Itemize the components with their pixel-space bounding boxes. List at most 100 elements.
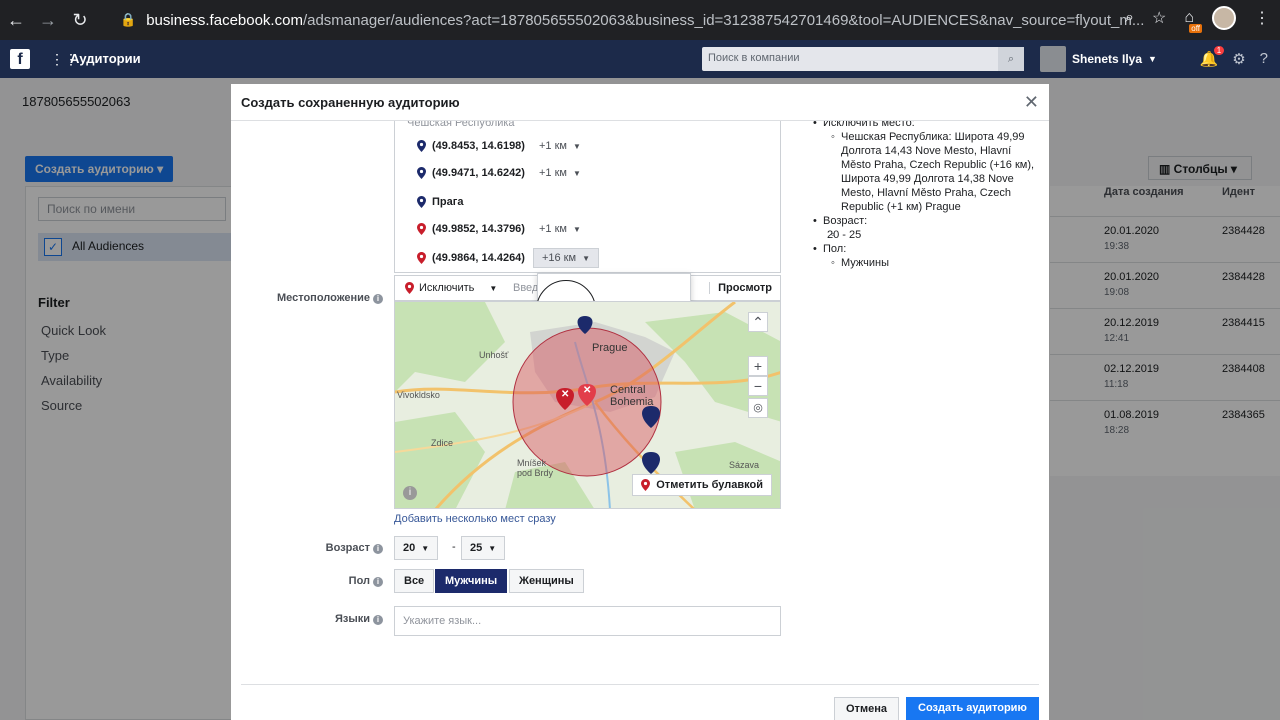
- age-min-value: 20: [403, 542, 416, 554]
- map-info-icon[interactable]: i: [403, 486, 417, 500]
- address-bar[interactable]: 🔒 business.facebook.com/adsmanager/audie…: [110, 6, 1160, 34]
- map-pin-icon: [417, 196, 426, 208]
- zoom-in-button[interactable]: +: [748, 356, 768, 376]
- summary-age-value: 20 - 25: [809, 228, 1039, 242]
- languages-input[interactable]: Укажите язык...: [394, 606, 781, 636]
- reload-icon[interactable]: ↻: [64, 10, 96, 31]
- radius-dropdown[interactable]: +1 км ▼: [539, 140, 581, 152]
- summary-age-title: Возраст:: [809, 214, 1039, 228]
- radius-dropdown[interactable]: +1 км ▼: [539, 167, 581, 179]
- map-label: Prague: [592, 342, 628, 354]
- info-icon[interactable]: i: [373, 294, 383, 304]
- chevron-down-icon: ▼: [1148, 54, 1157, 64]
- map-label: Zdice: [431, 438, 454, 448]
- location-name: Прага: [432, 196, 464, 208]
- gender-all-button[interactable]: Все: [394, 569, 435, 593]
- summary-gender-title: Пол:: [809, 242, 1039, 256]
- forward-icon[interactable]: →: [32, 10, 64, 31]
- location-name: (49.9864, 14.4264): [432, 252, 525, 264]
- location-label: Местоположение i: [251, 292, 383, 304]
- languages-label: Языки i: [251, 613, 383, 625]
- info-icon[interactable]: i: [373, 615, 383, 625]
- dialog-body: Чешская Республика (49.8453, 14.6198) +1…: [231, 121, 1049, 683]
- audience-summary: Исключить место: Чешская Республика: Шир…: [809, 121, 1039, 270]
- search-icon[interactable]: ⌕: [998, 47, 1024, 71]
- notifications-bell-icon[interactable]: 🔔 1: [1200, 46, 1225, 68]
- age-label-text: Возраст: [325, 542, 370, 554]
- selected-locations-list: Чешская Республика (49.8453, 14.6198) +1…: [394, 121, 781, 273]
- bookmark-star-icon[interactable]: ☆: [1152, 8, 1166, 28]
- create-audience-submit-button[interactable]: Создать аудиторию: [906, 697, 1039, 720]
- map-collapse-button[interactable]: ⌃: [748, 312, 768, 332]
- help-icon[interactable]: ?: [1260, 50, 1268, 68]
- extension-badge: off: [1189, 24, 1202, 33]
- user-menu[interactable]: Shenets Ilya ▼: [1040, 46, 1157, 72]
- location-item[interactable]: (49.8453, 14.6198) +1 км ▼: [417, 140, 581, 152]
- summary-exclude-title: Исключить место:: [809, 121, 1039, 130]
- location-search-input[interactable]: Введ: [513, 282, 538, 294]
- user-name: Shenets Ilya: [1072, 52, 1143, 66]
- dialog-header: Создать сохраненную аудиторию ✕: [231, 84, 1049, 121]
- chevron-down-icon: ▼: [572, 142, 581, 151]
- close-icon[interactable]: ✕: [1024, 92, 1039, 113]
- map-label: Mníšek pod Brdy: [517, 458, 554, 478]
- profile-avatar[interactable]: [1212, 6, 1236, 30]
- languages-label-text: Языки: [334, 613, 370, 625]
- radius-value: +1 км: [538, 223, 567, 235]
- map-label: Sázava: [729, 460, 760, 470]
- location-item[interactable]: Прага: [417, 196, 463, 208]
- more-menu-icon[interactable]: ⋮: [1254, 8, 1270, 28]
- cancel-button[interactable]: Отмена: [834, 697, 899, 720]
- map-pin-icon: [405, 282, 414, 294]
- age-max-value: 25: [470, 542, 483, 554]
- chevron-down-icon: ▼: [421, 544, 430, 553]
- chevron-down-icon: ▼: [488, 544, 497, 553]
- drop-pin-button[interactable]: Отметить булавкой: [632, 474, 772, 496]
- map-pin-icon: [417, 252, 426, 264]
- gender-label-text: Пол: [348, 575, 370, 587]
- zoom-out-button[interactable]: −: [748, 376, 768, 396]
- location-name: (49.9852, 14.3796): [432, 223, 525, 235]
- chevron-down-icon: ▼: [572, 169, 581, 178]
- svg-text:✕: ✕: [583, 385, 591, 396]
- gender-men-button[interactable]: Мужчины: [435, 569, 508, 593]
- radius-dropdown-active[interactable]: +16 км ▼: [532, 248, 599, 268]
- location-map[interactable]: ✕ ✕ Prague Unhošť Vivokldsko Central Boh…: [394, 301, 781, 509]
- company-search-input[interactable]: Поиск в компании ⌕: [702, 47, 1024, 71]
- location-item[interactable]: (49.9864, 14.4264) +16 км ▼: [417, 248, 599, 268]
- location-item[interactable]: (49.9471, 14.6242) +1 км ▼: [417, 167, 581, 179]
- chevron-down-icon: ▼: [582, 254, 590, 263]
- gear-icon[interactable]: ⚙: [1232, 50, 1245, 68]
- exclude-label: Исключить: [419, 282, 475, 294]
- gender-women-button[interactable]: Женщины: [509, 569, 584, 593]
- zoom-icon[interactable]: ⌕: [1125, 9, 1134, 27]
- info-icon[interactable]: i: [373, 544, 383, 554]
- business-avatar: [1040, 46, 1066, 72]
- map-label: Central Bohemia: [610, 384, 654, 408]
- svg-text:✕: ✕: [561, 389, 569, 400]
- map-label: Vivokldsko: [397, 390, 440, 400]
- search-placeholder: Поиск в компании: [708, 52, 800, 64]
- age-min-dropdown[interactable]: 20 ▼: [394, 536, 439, 560]
- radius-dropdown[interactable]: +1 км ▼: [539, 223, 581, 235]
- back-icon[interactable]: ←: [0, 10, 32, 31]
- create-saved-audience-dialog: Создать сохраненную аудиторию ✕ Чешская …: [231, 84, 1049, 720]
- browser-toolbar: ← → ↻ 🔒 business.facebook.com/adsmanager…: [0, 0, 1280, 40]
- url-path: /adsmanager/audiences?act=18780565550206…: [302, 11, 1145, 29]
- radius-value: +1 км: [538, 167, 567, 179]
- summary-gender-value: Мужчины: [809, 256, 1039, 270]
- notification-count: 1: [1213, 46, 1225, 55]
- location-label-text: Местоположение: [276, 292, 370, 304]
- extension-icon[interactable]: ⌂ off: [1184, 9, 1202, 33]
- radius-value: +16 км: [541, 252, 577, 264]
- facebook-logo-icon[interactable]: f: [10, 49, 30, 69]
- age-separator: -: [452, 541, 456, 553]
- age-max-dropdown[interactable]: 25 ▼: [461, 536, 506, 560]
- locate-icon[interactable]: ◎: [748, 398, 768, 418]
- radius-value: +1 км: [538, 140, 567, 152]
- add-multiple-locations-link[interactable]: Добавить несколько мест сразу: [394, 513, 556, 525]
- location-item[interactable]: (49.9852, 14.3796) +1 км ▼: [417, 223, 581, 235]
- info-icon[interactable]: i: [373, 577, 383, 587]
- browse-button[interactable]: Просмотр: [709, 282, 772, 294]
- include-exclude-dropdown[interactable]: Исключить ▼: [405, 282, 497, 294]
